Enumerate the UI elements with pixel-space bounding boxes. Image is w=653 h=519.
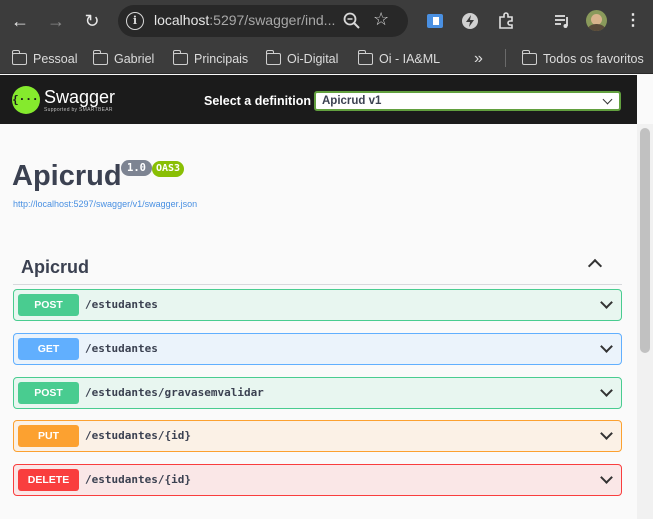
folder-icon	[11, 50, 27, 65]
extensions-puzzle-icon[interactable]	[497, 12, 515, 30]
folder-icon	[357, 50, 373, 65]
site-info-icon[interactable]: i	[126, 12, 144, 30]
bookmark-label: Gabriel	[114, 52, 155, 66]
operation-delete-estudantes-id[interactable]: DELETE /estudantes/{id}	[13, 464, 622, 496]
scrollbar-thumb[interactable]	[640, 128, 650, 353]
operation-path: /estudantes/gravasemvalidar	[85, 386, 264, 399]
operation-path: /estudantes/{id}	[85, 473, 191, 486]
bookmark-folder-pessoal[interactable]: Pessoal	[11, 50, 78, 68]
oas-badge: OAS3	[152, 161, 185, 177]
chevron-down-icon[interactable]	[600, 340, 613, 353]
chevron-down-icon[interactable]	[600, 427, 613, 440]
operation-path: /estudantes	[85, 342, 158, 355]
swagger-logo-icon: {···}	[12, 86, 45, 114]
bookmark-label: Principais	[194, 52, 249, 66]
lightning-extension-icon[interactable]	[461, 12, 479, 30]
back-arrow-icon[interactable]: ←	[8, 9, 32, 33]
chevron-down-icon[interactable]	[600, 384, 613, 397]
swagger-logo-title: Swagger	[44, 86, 116, 107]
bookmark-label: Oi-Digital	[287, 52, 339, 66]
definition-select-value: Apicrud v1	[322, 95, 382, 107]
chevron-down-icon[interactable]	[600, 471, 613, 484]
version-badge: 1.0	[121, 160, 152, 176]
chevron-down-icon[interactable]	[600, 296, 613, 309]
tag-name: Apicrud	[21, 257, 90, 277]
definition-select[interactable]: Apicrud v1	[314, 91, 621, 111]
url-text[interactable]: localhost:5297/swagger/ind...	[154, 12, 335, 28]
operation-post-gravasemvalidar[interactable]: POST /estudantes/gravasemvalidar	[13, 377, 622, 409]
operation-path: /estudantes/{id}	[85, 429, 191, 442]
bookmarks-overflow-button[interactable]: »	[474, 50, 483, 68]
swagger-logo-subtitle: Supported by SMARTBEAR	[44, 106, 113, 113]
all-bookmarks-folder[interactable]: Todos os favoritos	[521, 50, 644, 68]
folder-icon	[92, 50, 108, 65]
folder-icon	[172, 50, 188, 65]
bookmark-label: Pessoal	[33, 52, 78, 66]
address-bar[interactable]: i localhost:5297/swagger/ind... ☆	[118, 5, 408, 37]
bookmark-star-icon[interactable]: ☆	[373, 9, 389, 30]
media-playlist-icon[interactable]	[553, 12, 571, 30]
bookmarks-bar: Pessoal Gabriel Principais Oi-Digital Oi…	[0, 42, 653, 74]
bookmark-folder-oi-ia-ml[interactable]: Oi - IA&ML	[357, 50, 441, 68]
url-host: localhost	[154, 12, 210, 28]
operation-post-estudantes[interactable]: POST /estudantes	[13, 289, 622, 321]
chevron-up-icon[interactable]	[587, 258, 603, 274]
bookmarks-separator	[505, 49, 506, 67]
url-path: :5297/swagger/ind...	[209, 12, 336, 28]
chevron-down-icon	[602, 94, 613, 105]
definition-label: Select a definition	[204, 94, 311, 108]
operation-put-estudantes-id[interactable]: PUT /estudantes/{id}	[13, 420, 622, 452]
method-badge: POST	[18, 294, 79, 316]
forward-arrow-icon[interactable]: →	[44, 9, 68, 33]
folder-icon	[265, 50, 281, 65]
operation-get-estudantes[interactable]: GET /estudantes	[13, 333, 622, 365]
tag-section-header[interactable]: Apicrud	[13, 248, 622, 285]
translate-extension-icon[interactable]	[426, 12, 444, 30]
method-badge: POST	[18, 382, 79, 404]
swagger-logo[interactable]: {···} Swagger Supported by SMARTBEAR	[12, 86, 115, 114]
zoom-icon[interactable]	[342, 11, 362, 31]
bookmark-folder-oi-digital[interactable]: Oi-Digital	[265, 50, 339, 68]
profile-avatar[interactable]	[586, 10, 607, 31]
method-badge: DELETE	[18, 469, 79, 491]
method-badge: PUT	[18, 425, 79, 447]
method-badge: GET	[18, 338, 79, 360]
browser-toolbar: ← → ↻ i localhost:5297/swagger/ind... ☆ …	[0, 0, 653, 42]
bookmark-folder-gabriel[interactable]: Gabriel	[92, 50, 155, 68]
spec-json-link[interactable]: http://localhost:5297/swagger/v1/swagger…	[13, 199, 197, 209]
bookmark-label: Todos os favoritos	[543, 52, 644, 66]
api-title: Apicrud	[12, 160, 122, 192]
folder-icon	[521, 50, 537, 65]
reload-icon[interactable]: ↻	[80, 9, 104, 33]
menu-kebab-icon[interactable]: ⋮	[621, 9, 645, 33]
bookmark-folder-principais[interactable]: Principais	[172, 50, 249, 68]
operation-path: /estudantes	[85, 298, 158, 311]
bookmark-label: Oi - IA&ML	[379, 52, 441, 66]
